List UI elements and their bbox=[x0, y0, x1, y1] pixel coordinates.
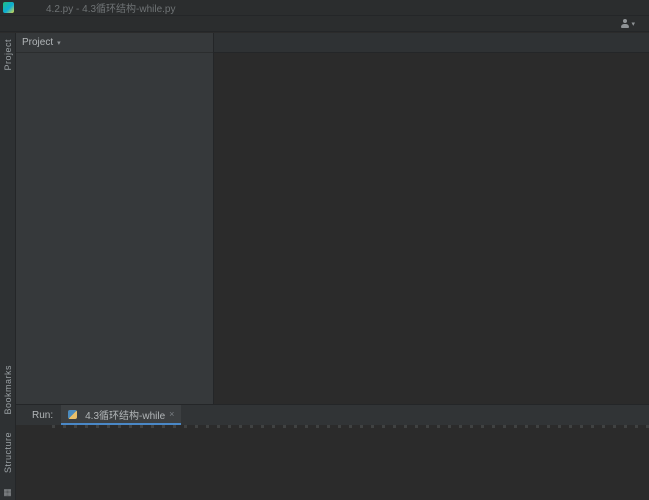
console-toolbar bbox=[31, 428, 46, 500]
run-toolbar bbox=[16, 428, 31, 500]
tool-windows-grid-icon[interactable]: ▦ bbox=[3, 484, 12, 500]
pycharm-window: 4.2.py - 4.3循环结构-while.py ▾ Project Book… bbox=[0, 0, 649, 500]
tool-button-bookmarks[interactable]: Bookmarks bbox=[3, 359, 13, 426]
run-tool-window: Run: 4.3循环结构-while × bbox=[16, 404, 649, 500]
left-tool-window-stripe: Project Bookmarks Structure ▦ bbox=[0, 33, 16, 500]
project-tree bbox=[16, 53, 213, 55]
run-tab[interactable]: 4.3循环结构-while × bbox=[61, 405, 181, 425]
project-panel-title[interactable]: Project bbox=[22, 37, 53, 48]
python-file-icon bbox=[68, 410, 77, 419]
tool-button-project[interactable]: Project bbox=[3, 33, 13, 82]
title-bar: 4.2.py - 4.3循环结构-while.py bbox=[0, 0, 649, 16]
user-profile-icon[interactable] bbox=[620, 19, 629, 28]
run-label: Run: bbox=[32, 410, 53, 421]
console-output[interactable] bbox=[46, 428, 649, 500]
project-panel-header: Project ▾ bbox=[16, 33, 213, 53]
project-panel: Project ▾ bbox=[16, 33, 214, 404]
code-editor[interactable] bbox=[214, 53, 649, 404]
console-command-line-faint bbox=[52, 425, 649, 428]
editor-tab-bar bbox=[214, 33, 649, 53]
breadcrumb: ▾ bbox=[0, 16, 649, 32]
run-header: Run: 4.3循环结构-while × bbox=[16, 405, 649, 425]
editor-area bbox=[214, 33, 649, 404]
pycharm-logo-icon bbox=[3, 2, 14, 13]
chevron-down-icon[interactable]: ▾ bbox=[631, 20, 635, 28]
run-tab-label: 4.3循环结构-while bbox=[85, 407, 165, 422]
close-icon[interactable]: × bbox=[169, 409, 174, 419]
window-title: 4.2.py - 4.3循环结构-while.py bbox=[46, 0, 176, 15]
project-view-chevron-icon[interactable]: ▾ bbox=[57, 39, 61, 47]
tool-button-structure[interactable]: Structure bbox=[3, 426, 13, 484]
